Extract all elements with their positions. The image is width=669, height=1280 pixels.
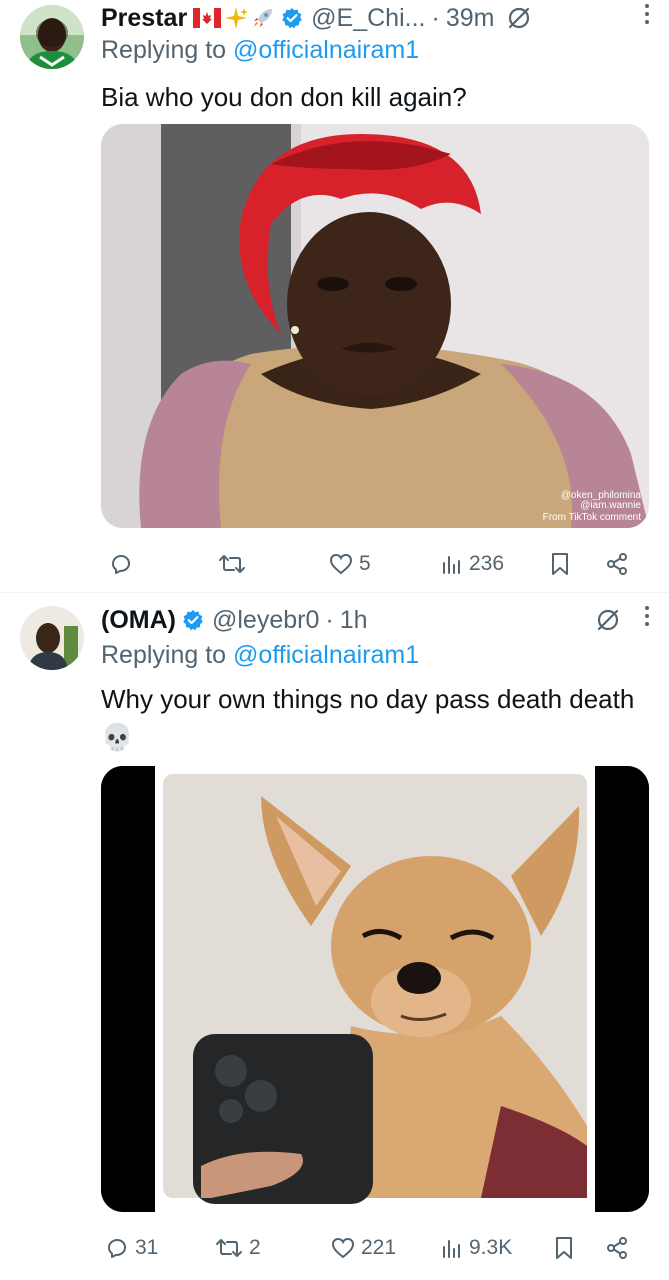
tweet-image[interactable]: @oken_philomina @iam.wannie From TikTok … — [101, 124, 649, 528]
replying-prefix: Replying to — [101, 641, 234, 669]
bookmark-button[interactable] — [549, 552, 571, 576]
timestamp[interactable]: 1h — [340, 606, 368, 635]
tweet-header: Prestar @E_Chi... · 39m — [101, 0, 649, 36]
replying-to: Replying to @officialnairam1 — [101, 36, 419, 65]
tweet-text: Bia who you don don kill again? — [101, 82, 467, 112]
watermark-3: From TikTok comment — [543, 512, 642, 523]
repost-button[interactable]: 2 — [215, 1236, 261, 1260]
reply-button[interactable] — [109, 552, 139, 576]
replying-to: Replying to @officialnairam1 — [101, 641, 419, 670]
tweet-actions: 31 2 221 9.3K — [101, 1228, 649, 1268]
tweet-image[interactable] — [101, 766, 649, 1212]
tweet-header: (OMA) @leyebr0 · 1h — [101, 602, 649, 638]
tweet-1[interactable]: Prestar @E_Chi... · 39m Replying to @off… — [0, 0, 669, 593]
repost-count: 2 — [249, 1236, 261, 1259]
like-count: 221 — [361, 1236, 397, 1259]
views-button[interactable]: 9.3K — [441, 1236, 512, 1260]
avatar[interactable] — [20, 5, 84, 69]
grok-icon[interactable] — [595, 607, 621, 633]
timestamp[interactable]: 39m — [446, 4, 495, 33]
repost-button[interactable] — [218, 552, 252, 576]
canada-flag-icon — [193, 8, 222, 28]
share-button[interactable] — [605, 552, 629, 576]
tweet-2[interactable]: (OMA) @leyebr0 · 1h Replying to @officia… — [0, 594, 669, 1280]
bookmark-icon — [556, 1237, 572, 1259]
verified-badge-icon — [281, 7, 303, 29]
grok-icon[interactable] — [506, 5, 532, 31]
verified-badge-icon — [182, 609, 204, 631]
views-button[interactable]: 236 — [441, 552, 504, 576]
views-icon — [443, 1240, 460, 1258]
views-count: 9.3K — [469, 1236, 513, 1259]
author-name[interactable]: Prestar — [101, 4, 187, 33]
reply-count: 31 — [135, 1236, 159, 1259]
watermark-2: @iam.wannie — [580, 500, 641, 511]
like-button[interactable]: 5 — [329, 552, 371, 576]
more-options-icon[interactable] — [645, 606, 649, 626]
heart-icon — [331, 1237, 355, 1259]
views-icon — [443, 556, 460, 574]
share-icon — [607, 1237, 627, 1259]
like-count: 5 — [359, 552, 371, 575]
author-handle[interactable]: @leyebr0 — [212, 606, 319, 635]
views-count: 236 — [469, 552, 505, 575]
replying-prefix: Replying to — [101, 36, 234, 64]
bookmark-button[interactable] — [553, 1236, 575, 1260]
more-options-icon[interactable] — [645, 4, 649, 24]
rocket-icon — [254, 9, 273, 27]
replying-to-mention[interactable]: @officialnairam1 — [233, 36, 419, 64]
reply-button[interactable]: 31 — [105, 1236, 158, 1260]
share-icon — [607, 553, 627, 575]
bookmark-icon — [552, 553, 568, 575]
reply-icon — [108, 1239, 126, 1258]
repost-icon — [219, 555, 245, 573]
reply-icon — [112, 555, 130, 574]
separator-dot: · — [325, 605, 334, 634]
share-button[interactable] — [605, 1236, 629, 1260]
separator-dot: · — [431, 3, 440, 32]
replying-to-mention[interactable]: @officialnairam1 — [233, 641, 419, 669]
author-handle[interactable]: @E_Chi... — [311, 4, 425, 33]
tweet-text: Why your own things no day pass death de… — [101, 684, 635, 752]
tweet-actions: 5 236 — [101, 544, 649, 584]
heart-icon — [329, 553, 353, 575]
sparkle-icon — [225, 7, 249, 29]
avatar[interactable] — [20, 606, 84, 670]
name-emojis — [193, 6, 275, 30]
like-button[interactable]: 221 — [331, 1236, 396, 1260]
repost-icon — [216, 1239, 242, 1257]
author-name[interactable]: (OMA) — [101, 606, 176, 635]
